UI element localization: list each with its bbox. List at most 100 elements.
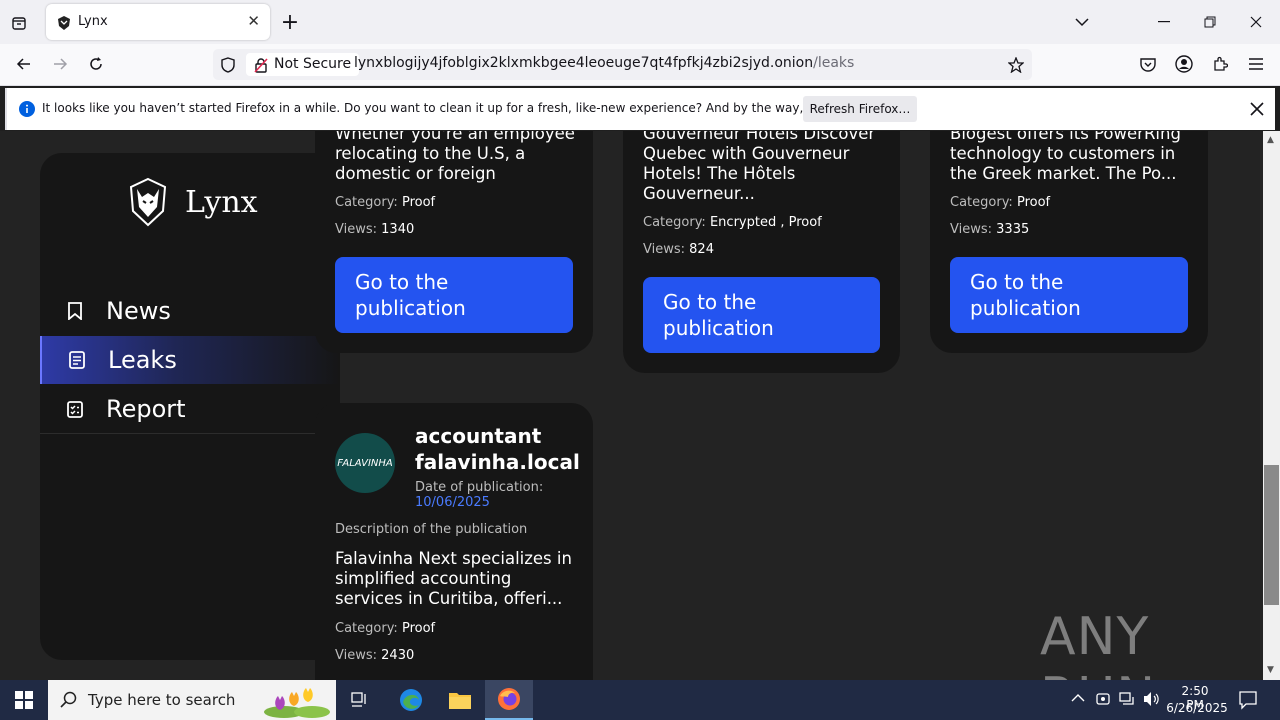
card-category: Category: Proof [335, 195, 435, 210]
views-value: 2430 [381, 648, 415, 663]
go-to-publication-button[interactable]: Go to the publication [335, 257, 573, 333]
card-title[interactable]: accountant falavinha.local [415, 423, 580, 475]
task-view-icon[interactable] [350, 690, 370, 710]
tab-list-icon[interactable] [8, 12, 30, 34]
page-content: Lynx News Leaks Report Whether you're an… [0, 131, 1263, 680]
refresh-firefox-button[interactable]: Refresh Firefox… [803, 96, 917, 122]
scroll-up-icon[interactable]: ▲ [1267, 135, 1274, 145]
anyrun-watermark: ANY RUN [1040, 607, 1155, 680]
views-label: Views: [335, 222, 378, 237]
leak-card: Gouverneur Hotels Discover Quebec with G… [623, 131, 900, 373]
category-value[interactable]: Proof [402, 621, 435, 636]
card-views: Views: 824 [643, 242, 714, 257]
reload-icon[interactable] [86, 54, 106, 74]
extensions-icon[interactable] [1210, 54, 1230, 74]
browser-tab[interactable]: Lynx ✕ [46, 4, 270, 40]
views-label: Views: [950, 222, 993, 237]
meet-now-icon[interactable] [1096, 691, 1110, 710]
category-label: Category: [335, 195, 398, 210]
edge-browser-icon[interactable] [398, 687, 424, 713]
forward-arrow-icon[interactable] [50, 54, 70, 74]
leak-card: Whether you're an employee relocating to… [315, 131, 593, 353]
menu-hamburger-icon[interactable] [1246, 54, 1266, 74]
taskbar-search-box[interactable]: Type here to search [48, 680, 336, 720]
notification-close-icon[interactable] [1247, 99, 1267, 119]
category-value[interactable]: Encrypted , Proof [710, 215, 822, 230]
card-category: Category: Encrypted , Proof [643, 215, 822, 230]
file-explorer-icon[interactable] [447, 688, 473, 712]
card-description: Blogest offers its PowerRing technology … [950, 131, 1181, 183]
firefox-taskbar-button[interactable] [485, 680, 533, 720]
leak-card: Blogest offers its PowerRing technology … [930, 131, 1208, 353]
scroll-down-icon[interactable]: ▼ [1267, 665, 1274, 675]
url-text[interactable]: lynxblogijy4jfoblgix2klxmkbgee4leoeuge7q… [354, 55, 854, 71]
leak-card: FALAVINHA accountant falavinha.local Dat… [315, 403, 593, 680]
lynx-favicon-icon [58, 16, 70, 30]
not-secure-label: Not Secure [274, 56, 352, 72]
info-icon [19, 101, 35, 117]
sidebar-item-leaks[interactable]: Leaks [40, 336, 340, 384]
sidebar-item-label: Report [106, 395, 186, 423]
sidebar-item-label: News [106, 297, 171, 325]
list-all-tabs-icon[interactable] [1072, 12, 1092, 32]
page-scrollbar[interactable]: ▲ ▼ [1263, 131, 1280, 680]
bookmark-icon [64, 302, 86, 320]
scrollbar-thumb[interactable] [1264, 465, 1279, 605]
account-icon[interactable] [1174, 54, 1194, 74]
views-label: Views: [643, 242, 686, 257]
notification-center-icon[interactable] [1238, 690, 1258, 713]
description-label: Description of the publication [335, 522, 528, 537]
tab-bar: Lynx ✕ + [0, 0, 1280, 44]
pocket-icon[interactable] [1138, 54, 1158, 74]
show-hidden-icons-chevron-icon[interactable] [1071, 692, 1085, 706]
tulip-decoration-icon [264, 688, 330, 718]
category-value[interactable]: Proof [402, 195, 435, 210]
company-avatar: FALAVINHA [335, 433, 395, 493]
card-description: Falavinha Next specializes in simplified… [335, 549, 572, 608]
card-views: Views: 3335 [950, 222, 1029, 237]
category-value[interactable]: Proof [1017, 195, 1050, 210]
firefox-icon [498, 688, 520, 710]
network-icon[interactable] [1119, 691, 1135, 710]
refresh-firefox-notification: It looks like you haven’t started Firefo… [5, 88, 1275, 130]
tracking-protection-shield-icon[interactable] [219, 56, 237, 74]
bookmark-star-icon[interactable] [1006, 55, 1026, 75]
card-views: Views: 2430 [335, 648, 414, 663]
minimize-window-icon[interactable] [1154, 12, 1174, 32]
restore-window-icon[interactable] [1200, 12, 1220, 32]
card-category: Category: Proof [335, 621, 435, 636]
card-description: Whether you're an employee relocating to… [335, 131, 575, 183]
document-icon [66, 351, 88, 369]
back-arrow-icon[interactable] [14, 54, 34, 74]
taskbar: Type here to search 2:50 PM 6/26/2025 [0, 680, 1280, 720]
volume-icon[interactable] [1143, 691, 1161, 710]
url-host: lynxblogijy4jfoblgix2klxmkbgee4leoeuge7q… [354, 55, 814, 71]
publication-date: 10/06/2025 [415, 495, 490, 510]
card-description: Gouverneur Hotels Discover Quebec with G… [643, 131, 876, 203]
tab-title: Lynx [78, 14, 108, 29]
go-to-publication-button[interactable]: Go to the publication [950, 257, 1188, 333]
tab-close-icon[interactable]: ✕ [247, 12, 260, 30]
views-value: 824 [689, 242, 714, 257]
not-secure-badge[interactable]: Not Secure [246, 53, 360, 76]
close-window-icon[interactable] [1246, 12, 1266, 32]
sidebar-item-report[interactable]: Report [40, 385, 340, 433]
logo-text: Lynx [185, 184, 258, 220]
sidebar-divider [40, 433, 340, 434]
insecure-lock-icon [254, 58, 268, 73]
views-value: 1340 [381, 222, 415, 237]
sidebar: Lynx News Leaks Report [40, 153, 340, 660]
lynx-logo[interactable]: Lynx [125, 175, 285, 229]
navigation-bar: Not Secure lynxblogijy4jfoblgix2klxmkbge… [0, 44, 1280, 86]
views-value: 3335 [996, 222, 1030, 237]
address-bar[interactable]: Not Secure lynxblogijy4jfoblgix2klxmkbge… [213, 49, 1032, 80]
new-tab-icon[interactable]: + [280, 10, 300, 35]
url-path: /leaks [813, 55, 855, 71]
windows-start-icon[interactable] [14, 690, 34, 710]
checklist-icon [64, 400, 86, 418]
clock-date[interactable]: 6/26/2025 [1166, 701, 1228, 715]
card-views: Views: 1340 [335, 222, 414, 237]
category-label: Category: [950, 195, 1013, 210]
sidebar-item-news[interactable]: News [40, 287, 340, 335]
go-to-publication-button[interactable]: Go to the publication [643, 277, 880, 353]
